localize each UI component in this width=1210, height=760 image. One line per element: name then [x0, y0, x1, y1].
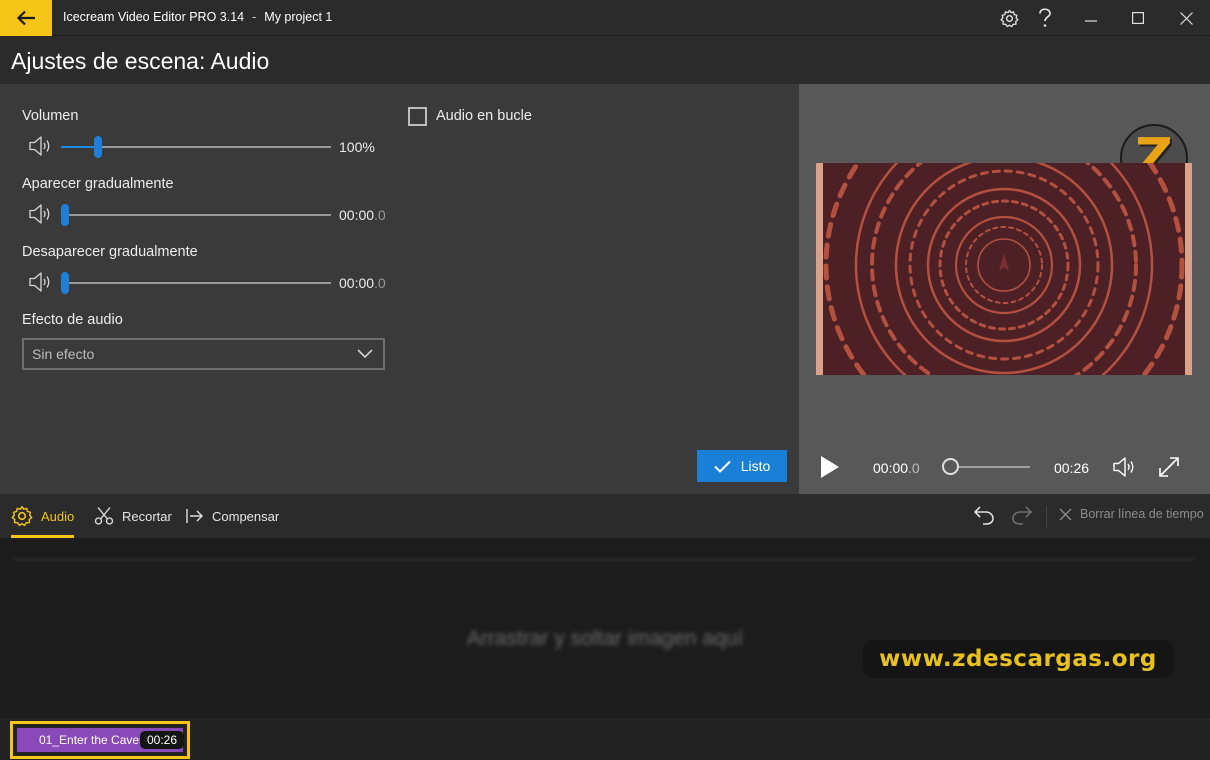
fade-in-slider-thumb[interactable] [61, 204, 69, 226]
clip-name: 01_Enter the Caves [39, 733, 146, 747]
window-title: Icecream Video Editor PRO 3.14- My projec… [63, 10, 332, 24]
timeline-track [14, 558, 1194, 561]
chevron-down-icon [357, 349, 373, 359]
current-time-fraction: .0 [908, 460, 920, 476]
loop-audio-checkbox[interactable] [408, 107, 427, 126]
audio-effect-select[interactable]: Sin efecto [22, 338, 385, 370]
fade-in-slider[interactable] [61, 204, 331, 226]
fade-out-slider-thumb[interactable] [61, 272, 69, 294]
gear-icon [11, 505, 33, 527]
arrow-to-line-icon [186, 509, 203, 523]
fade-in-label: Aparecer gradualmente [22, 176, 174, 192]
undo-button[interactable] [973, 504, 995, 526]
current-time-main: 00:00 [873, 460, 909, 476]
toolbar-divider [1046, 506, 1047, 528]
audio-clip-body: 01_Enter the Caves 00:26 [17, 728, 185, 752]
tab-audio-label: Audio [41, 508, 75, 524]
tab-trim[interactable]: Recortar [94, 494, 172, 538]
fade-out-value-main: 00:00 [339, 275, 375, 291]
close-icon [1179, 11, 1193, 25]
fade-out-value-fraction: .0 [374, 275, 386, 291]
site-watermark: www.zdescargas.org [863, 640, 1173, 678]
fullscreen-button[interactable] [1158, 456, 1180, 478]
rune-circle-image [823, 163, 1185, 375]
title-bar: Icecream Video Editor PRO 3.14- My projec… [0, 0, 1210, 36]
scissors-icon [94, 507, 114, 525]
fade-in-value: 00:00.0 [339, 207, 386, 223]
video-image [823, 163, 1185, 375]
fade-out-value: 00:00.0 [339, 275, 386, 291]
done-button-label: Listo [740, 458, 771, 474]
fade-in-value-fraction: .0 [374, 207, 386, 223]
video-preview-panel: Z 00:00.0 00:26 [799, 84, 1210, 494]
speaker-icon [29, 136, 50, 156]
playback-slider-thumb[interactable] [942, 458, 959, 475]
tab-trim-label: Recortar [122, 508, 172, 524]
close-button[interactable] [1166, 0, 1206, 36]
page-header: Ajustes de escena: Audio [0, 36, 1210, 84]
volume-label: Volumen [22, 108, 79, 124]
clear-timeline-label: Borrar línea de tiempo [1080, 507, 1204, 521]
audio-effect-selected: Sin efecto [32, 346, 95, 362]
timeline-area[interactable]: Arrastrar y soltar imagen aquí www.zdesc… [0, 538, 1210, 718]
current-time: 00:00.0 [873, 460, 920, 476]
tab-offset[interactable]: Compensar [186, 494, 279, 538]
fade-out-label: Desaparecer gradualmente [22, 244, 198, 260]
close-icon [1059, 508, 1072, 520]
title-separator: - [252, 10, 257, 24]
settings-button[interactable] [989, 0, 1029, 36]
maximize-icon [1132, 12, 1144, 24]
volume-slider-fill [61, 146, 98, 148]
clip-strip: 01_Enter the Caves 00:26 [0, 718, 1210, 760]
video-frame[interactable] [816, 163, 1192, 375]
volume-value: 100% [339, 139, 375, 155]
checkmark-icon [713, 460, 731, 473]
fade-in-value-main: 00:00 [339, 207, 375, 223]
audio-effect-label: Efecto de audio [22, 312, 123, 328]
minimize-button[interactable] [1071, 0, 1111, 36]
minimize-icon [1085, 20, 1097, 22]
back-button[interactable] [0, 0, 52, 36]
maximize-button[interactable] [1118, 0, 1158, 36]
help-button[interactable] [1025, 0, 1065, 36]
play-button[interactable] [819, 454, 841, 480]
redo-button[interactable] [1011, 504, 1033, 526]
speaker-icon [29, 204, 50, 224]
total-time: 00:26 [1054, 460, 1090, 476]
site-watermark-text: www.zdescargas.org [879, 646, 1157, 672]
volume-button[interactable] [1112, 456, 1138, 478]
volume-slider-thumb[interactable] [94, 136, 102, 158]
clear-timeline-button[interactable]: Borrar línea de tiempo [1059, 507, 1204, 521]
page-title: Ajustes de escena: Audio [11, 48, 270, 74]
playback-slider[interactable] [950, 466, 1030, 468]
tab-audio[interactable]: Audio [11, 494, 75, 538]
timeline-toolbar: Audio Recortar Compensar Borrar línea de… [0, 494, 1210, 538]
gear-icon [999, 9, 1019, 27]
loop-audio-label[interactable]: Audio en bucle [436, 108, 532, 124]
clip-duration: 00:26 [140, 731, 185, 749]
app-name: Icecream Video Editor PRO 3.14 [63, 10, 245, 24]
volume-slider[interactable] [61, 136, 331, 158]
audio-clip[interactable]: 01_Enter the Caves 00:26 [10, 721, 190, 759]
arrow-left-icon [16, 10, 35, 26]
tab-offset-label: Compensar [212, 508, 280, 524]
speaker-icon [29, 272, 50, 292]
project-name: My project 1 [264, 10, 333, 24]
done-button[interactable]: Listo [697, 450, 787, 482]
audio-settings-panel: Volumen 100% Aparecer gradualmente 00:00… [0, 84, 799, 494]
fade-out-slider[interactable] [61, 272, 331, 294]
question-mark-icon [1039, 8, 1051, 27]
